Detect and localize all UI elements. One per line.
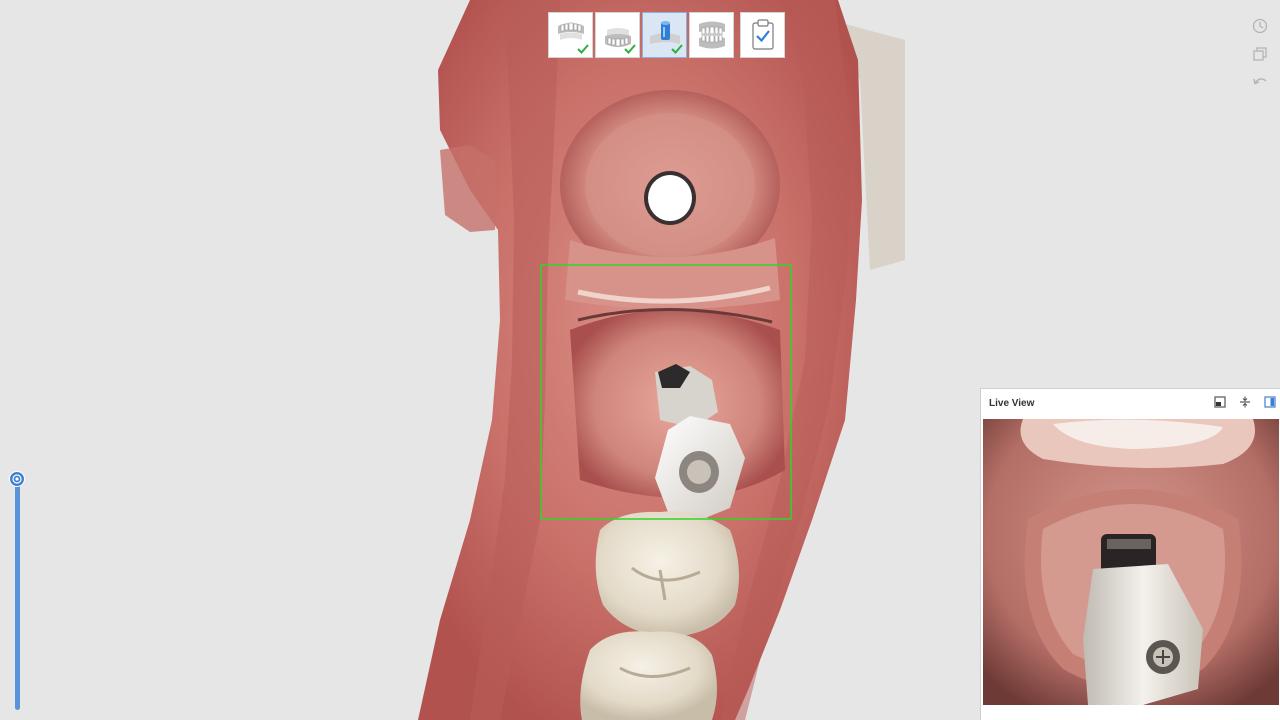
history-icon (1252, 18, 1268, 34)
live-view-title: Live View (989, 397, 1035, 409)
stage-review-button[interactable] (740, 12, 785, 58)
picture-in-picture-button[interactable] (1213, 395, 1227, 409)
live-view-footer (981, 707, 1280, 720)
scan-viewport[interactable]: Live View (0, 0, 1280, 720)
undo-button[interactable] (1250, 72, 1270, 92)
completed-check-icon (577, 44, 589, 54)
side-panel-icon (1264, 396, 1276, 408)
stage-bite-button[interactable] (689, 12, 734, 58)
camera-aperture-icon (12, 474, 22, 484)
undo-icon (1253, 78, 1267, 85)
scan-stage-toolbar (548, 12, 785, 60)
picture-in-picture-icon (1214, 396, 1226, 408)
slider-handle[interactable] (9, 471, 25, 487)
completed-check-icon (671, 44, 683, 54)
review-clipboard-icon (751, 19, 774, 50)
history-button[interactable] (1250, 16, 1270, 36)
live-view-header: Live View (981, 389, 1280, 417)
copy-button[interactable] (1250, 44, 1270, 64)
copy-icon (1253, 47, 1267, 61)
side-toolbar (1250, 16, 1272, 92)
slider-track[interactable] (15, 482, 20, 710)
side-panel-button[interactable] (1263, 395, 1277, 409)
live-view-panel: Live View (980, 388, 1280, 720)
fit-view-icon (1240, 396, 1250, 408)
stage-upper-jaw-button[interactable] (548, 12, 593, 58)
completed-check-icon (624, 44, 636, 54)
live-camera-image (983, 419, 1279, 705)
stage-scanbody-button[interactable] (642, 12, 687, 58)
scan-depth-slider[interactable] (9, 470, 27, 712)
bite-icon (698, 21, 725, 49)
stage-lower-jaw-button[interactable] (595, 12, 640, 58)
live-view-controls (1213, 395, 1277, 409)
fit-view-button[interactable] (1238, 395, 1252, 409)
live-camera-feed (983, 419, 1279, 705)
